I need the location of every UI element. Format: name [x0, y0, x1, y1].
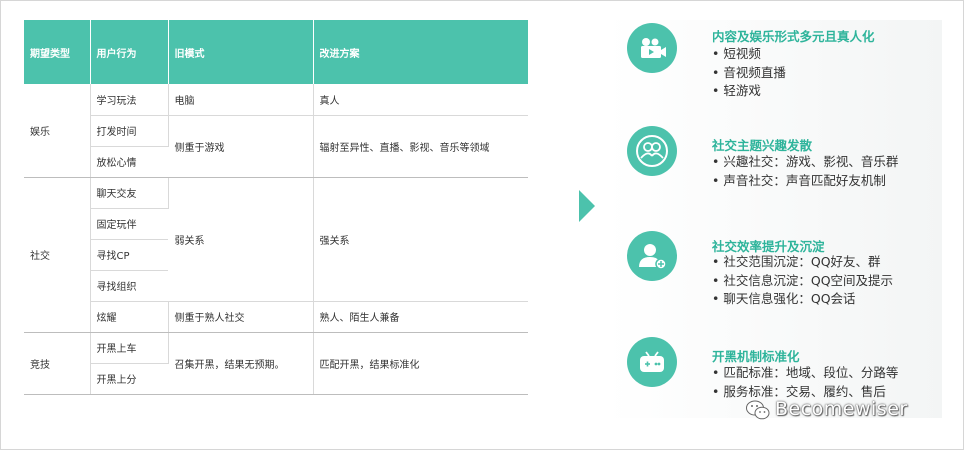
group-type-cell: 社交	[24, 177, 91, 333]
bullet-item: 社交信息沉淀：QQ空间及提示	[712, 272, 893, 291]
header-user-behavior: 用户行为	[90, 20, 169, 84]
behavior-cell: 寻找组织	[90, 270, 168, 302]
behavior-cell: 固定玩伴	[90, 208, 168, 240]
table-row: 娱乐 学习玩法 电脑 真人	[24, 84, 528, 178]
behavior-cell: 开黑上车	[90, 332, 169, 364]
improvement-cell: 真人	[313, 84, 528, 116]
gamepad-icon	[627, 337, 677, 387]
card-title: 内容及娱乐形式多元且真人化	[712, 29, 875, 44]
behavior-cell: 聊天交友	[90, 177, 169, 209]
header-improvement: 改进方案	[313, 20, 528, 84]
bullet-item: 社交范围沉淀：QQ好友、群	[712, 253, 893, 272]
card-social-topics: 社交主题兴趣发散 兴趣社交：游戏、影视、音乐群 声音社交：声音匹配好友机制	[605, 125, 945, 220]
table-row: 竞技 开黑上车 召集开黑，结果无预期。 匹配开黑，结果标准化	[24, 332, 528, 395]
bullet-item: 匹配标准：地域、段位、分路等	[712, 364, 898, 383]
header-old-mode: 旧模式	[168, 20, 314, 84]
table-header-row: 期望类型 用户行为 旧模式 改进方案	[24, 20, 528, 84]
header-expectation-type: 期望类型	[24, 20, 91, 84]
comparison-table: 期望类型 用户行为 旧模式 改进方案 娱乐 学习玩法 电脑 真人 打发时间 侧重…	[24, 20, 528, 395]
watermark-text: Becomewiser	[775, 398, 908, 420]
behavior-cell: 炫耀	[90, 301, 169, 333]
card-title: 社交主题兴趣发散	[712, 138, 813, 153]
bullet-item: 兴趣社交：游戏、影视、音乐群	[712, 153, 898, 172]
card-title: 开黑机制标准化	[712, 349, 800, 364]
old-mode-cell: 电脑	[168, 84, 314, 116]
old-mode-cell: 召集开黑，结果无预期。	[168, 332, 314, 395]
add-user-icon	[627, 231, 677, 281]
group-type-cell: 竞技	[24, 332, 91, 395]
old-mode-cell: 侧重于熟人社交	[168, 301, 314, 333]
card-social-efficiency: 社交效率提升及沉淀 社交范围沉淀：QQ好友、群 社交信息沉淀：QQ空间及提示 聊…	[605, 225, 945, 325]
table-row: 打发时间 侧重于游戏 辐射至异性、直播、影视、音乐等领域	[24, 115, 528, 178]
bullet-item: 短视频	[712, 45, 786, 64]
arrow-right-icon	[579, 190, 595, 222]
improvement-cell: 辐射至异性、直播、影视、音乐等领域	[313, 115, 528, 178]
bullet-item: 声音社交：声音匹配好友机制	[712, 172, 898, 191]
card-bullets: 兴趣社交：游戏、影视、音乐群 声音社交：声音匹配好友机制	[712, 153, 898, 190]
improvement-cell: 匹配开黑，结果标准化	[313, 332, 528, 395]
card-bullets: 短视频 音视频直播 轻游戏	[712, 45, 786, 101]
improvement-cell: 熟人、陌生人兼备	[313, 301, 528, 333]
card-bullets: 社交范围沉淀：QQ好友、群 社交信息沉淀：QQ空间及提示 聊天信息强化：QQ会话	[712, 253, 893, 309]
table-row: 炫耀 侧重于熟人社交 熟人、陌生人兼备	[24, 301, 528, 333]
people-group-icon	[627, 126, 677, 176]
table-row: 社交 聊天交友 弱关系 强关系	[24, 177, 528, 333]
bullet-item: 聊天信息强化：QQ会话	[712, 290, 893, 309]
bullet-item: 轻游戏	[712, 82, 786, 101]
behavior-cell: 开黑上分	[90, 363, 168, 395]
bullet-item: 音视频直播	[712, 64, 786, 83]
behavior-cell: 打发时间	[90, 115, 169, 147]
behavior-cell: 放松心情	[90, 146, 168, 178]
behavior-cell: 寻找CP	[90, 239, 168, 271]
improvement-cell: 强关系	[313, 177, 528, 302]
old-mode-cell: 侧重于游戏	[168, 115, 314, 178]
wechat-logo-icon	[746, 400, 770, 420]
old-mode-cell: 弱关系	[168, 177, 314, 302]
video-camera-icon	[627, 23, 677, 73]
watermark: Becomewiser	[735, 396, 945, 424]
behavior-cell: 学习玩法	[90, 84, 169, 116]
group-type-cell: 娱乐	[24, 84, 91, 178]
card-content-forms: 内容及娱乐形式多元且真人化 短视频 音视频直播 轻游戏	[605, 20, 945, 120]
